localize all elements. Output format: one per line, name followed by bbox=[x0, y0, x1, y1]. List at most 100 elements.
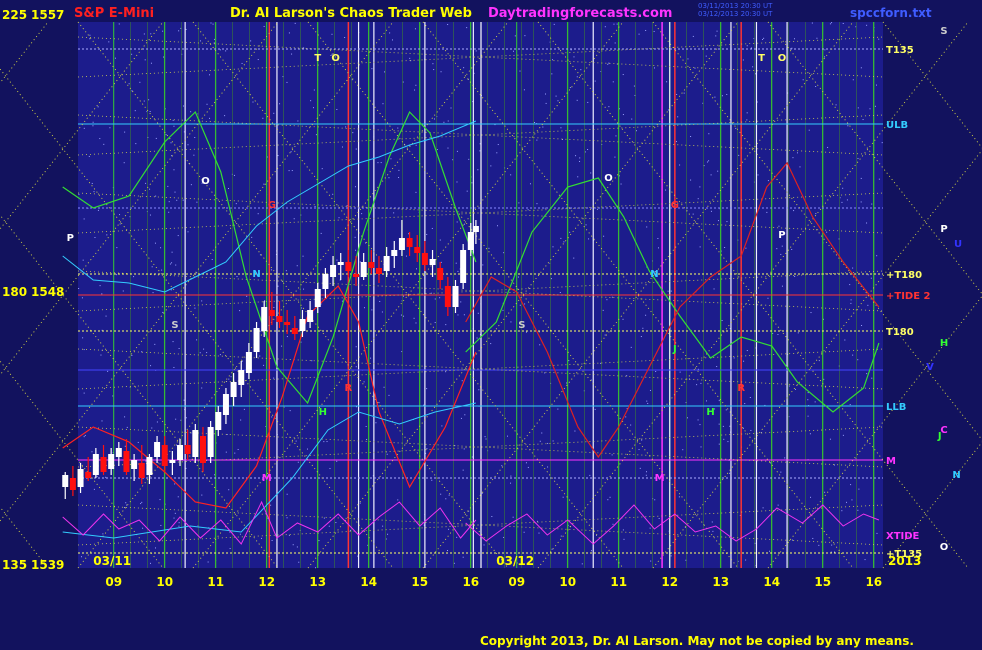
noise-dot bbox=[676, 93, 678, 95]
noise-dot bbox=[614, 42, 616, 44]
planet-marker: H bbox=[319, 407, 327, 418]
noise-dot bbox=[876, 532, 878, 534]
noise-dot bbox=[83, 349, 85, 351]
planet-marker: P bbox=[67, 233, 74, 244]
planet-marker: T bbox=[758, 53, 765, 64]
noise-dot bbox=[174, 483, 176, 485]
planet-marker: P bbox=[778, 230, 785, 241]
noise-dot bbox=[355, 366, 357, 368]
noise-dot bbox=[541, 432, 543, 434]
noise-dot bbox=[682, 449, 684, 451]
noise-dot bbox=[315, 567, 317, 569]
noise-dot bbox=[178, 525, 180, 527]
noise-dot bbox=[239, 310, 241, 312]
noise-dot bbox=[355, 148, 357, 150]
noise-dot bbox=[594, 80, 596, 82]
noise-dot bbox=[542, 126, 544, 128]
noise-dot bbox=[271, 416, 273, 418]
noise-dot bbox=[768, 550, 770, 552]
noise-dot bbox=[523, 89, 525, 91]
noise-dot bbox=[452, 159, 454, 161]
noise-dot bbox=[259, 355, 261, 357]
noise-dot bbox=[579, 157, 581, 159]
noise-dot bbox=[833, 551, 835, 553]
noise-dot bbox=[433, 69, 435, 71]
noise-dot bbox=[379, 300, 381, 302]
noise-dot bbox=[149, 110, 151, 112]
noise-dot bbox=[573, 257, 575, 259]
noise-dot bbox=[746, 119, 748, 121]
noise-dot bbox=[388, 177, 390, 179]
noise-dot bbox=[81, 297, 83, 299]
noise-dot bbox=[440, 493, 442, 495]
x-tick-label: 15 bbox=[411, 575, 428, 589]
noise-dot bbox=[131, 53, 133, 55]
candle-body bbox=[62, 475, 69, 487]
noise-dot bbox=[366, 438, 368, 440]
noise-dot bbox=[858, 488, 860, 490]
noise-dot bbox=[131, 90, 133, 92]
noise-dot bbox=[726, 93, 728, 95]
noise-dot bbox=[409, 57, 411, 59]
noise-dot bbox=[590, 550, 592, 552]
noise-dot bbox=[490, 343, 492, 345]
noise-dot bbox=[641, 439, 643, 441]
noise-dot bbox=[788, 385, 790, 387]
noise-dot bbox=[359, 502, 361, 504]
noise-dot bbox=[323, 517, 325, 519]
noise-dot bbox=[795, 388, 797, 390]
noise-dot bbox=[439, 239, 441, 241]
candle-body bbox=[169, 460, 176, 463]
website-link[interactable]: Daytradingforecasts.com bbox=[488, 6, 672, 21]
noise-dot bbox=[381, 311, 383, 313]
noise-dot bbox=[723, 438, 725, 440]
noise-dot bbox=[91, 182, 93, 184]
noise-dot bbox=[697, 198, 699, 200]
y-axis-price-label: 1548 bbox=[31, 285, 64, 299]
candle-body bbox=[238, 370, 245, 385]
planet-marker: R bbox=[737, 383, 745, 394]
candle-body bbox=[161, 445, 168, 466]
noise-dot bbox=[336, 259, 338, 261]
noise-dot bbox=[162, 30, 164, 32]
noise-dot bbox=[228, 378, 230, 380]
level-label: +TIDE 2 bbox=[886, 291, 931, 302]
outside-planet-label: O bbox=[940, 542, 949, 553]
noise-dot bbox=[263, 364, 265, 366]
noise-dot bbox=[149, 214, 151, 216]
noise-dot bbox=[447, 24, 449, 26]
noise-dot bbox=[576, 99, 578, 101]
noise-dot bbox=[273, 112, 275, 114]
noise-dot bbox=[262, 117, 264, 119]
noise-dot bbox=[536, 520, 538, 522]
noise-dot bbox=[560, 535, 562, 537]
noise-dot bbox=[194, 307, 196, 309]
noise-dot bbox=[608, 106, 610, 108]
noise-dot bbox=[687, 58, 689, 60]
noise-dot bbox=[826, 231, 828, 233]
noise-dot bbox=[857, 107, 859, 109]
noise-dot bbox=[712, 530, 714, 532]
noise-dot bbox=[102, 533, 104, 535]
noise-dot bbox=[296, 265, 298, 267]
noise-dot bbox=[271, 540, 273, 542]
noise-dot bbox=[699, 246, 701, 248]
noise-dot bbox=[600, 362, 602, 364]
noise-dot bbox=[119, 223, 121, 225]
candle-body bbox=[337, 262, 344, 265]
noise-dot bbox=[178, 348, 180, 350]
noise-dot bbox=[718, 443, 720, 445]
noise-dot bbox=[645, 474, 647, 476]
noise-dot bbox=[145, 182, 147, 184]
noise-dot bbox=[213, 42, 215, 44]
instrument-label: S&P E-Mini bbox=[74, 6, 155, 21]
noise-dot bbox=[93, 488, 95, 490]
noise-dot bbox=[165, 134, 167, 136]
noise-dot bbox=[335, 522, 337, 524]
noise-dot bbox=[159, 499, 161, 501]
noise-dot bbox=[219, 354, 221, 356]
noise-dot bbox=[126, 426, 128, 428]
candle-body bbox=[138, 463, 145, 478]
noise-dot bbox=[510, 321, 512, 323]
noise-dot bbox=[155, 195, 157, 197]
